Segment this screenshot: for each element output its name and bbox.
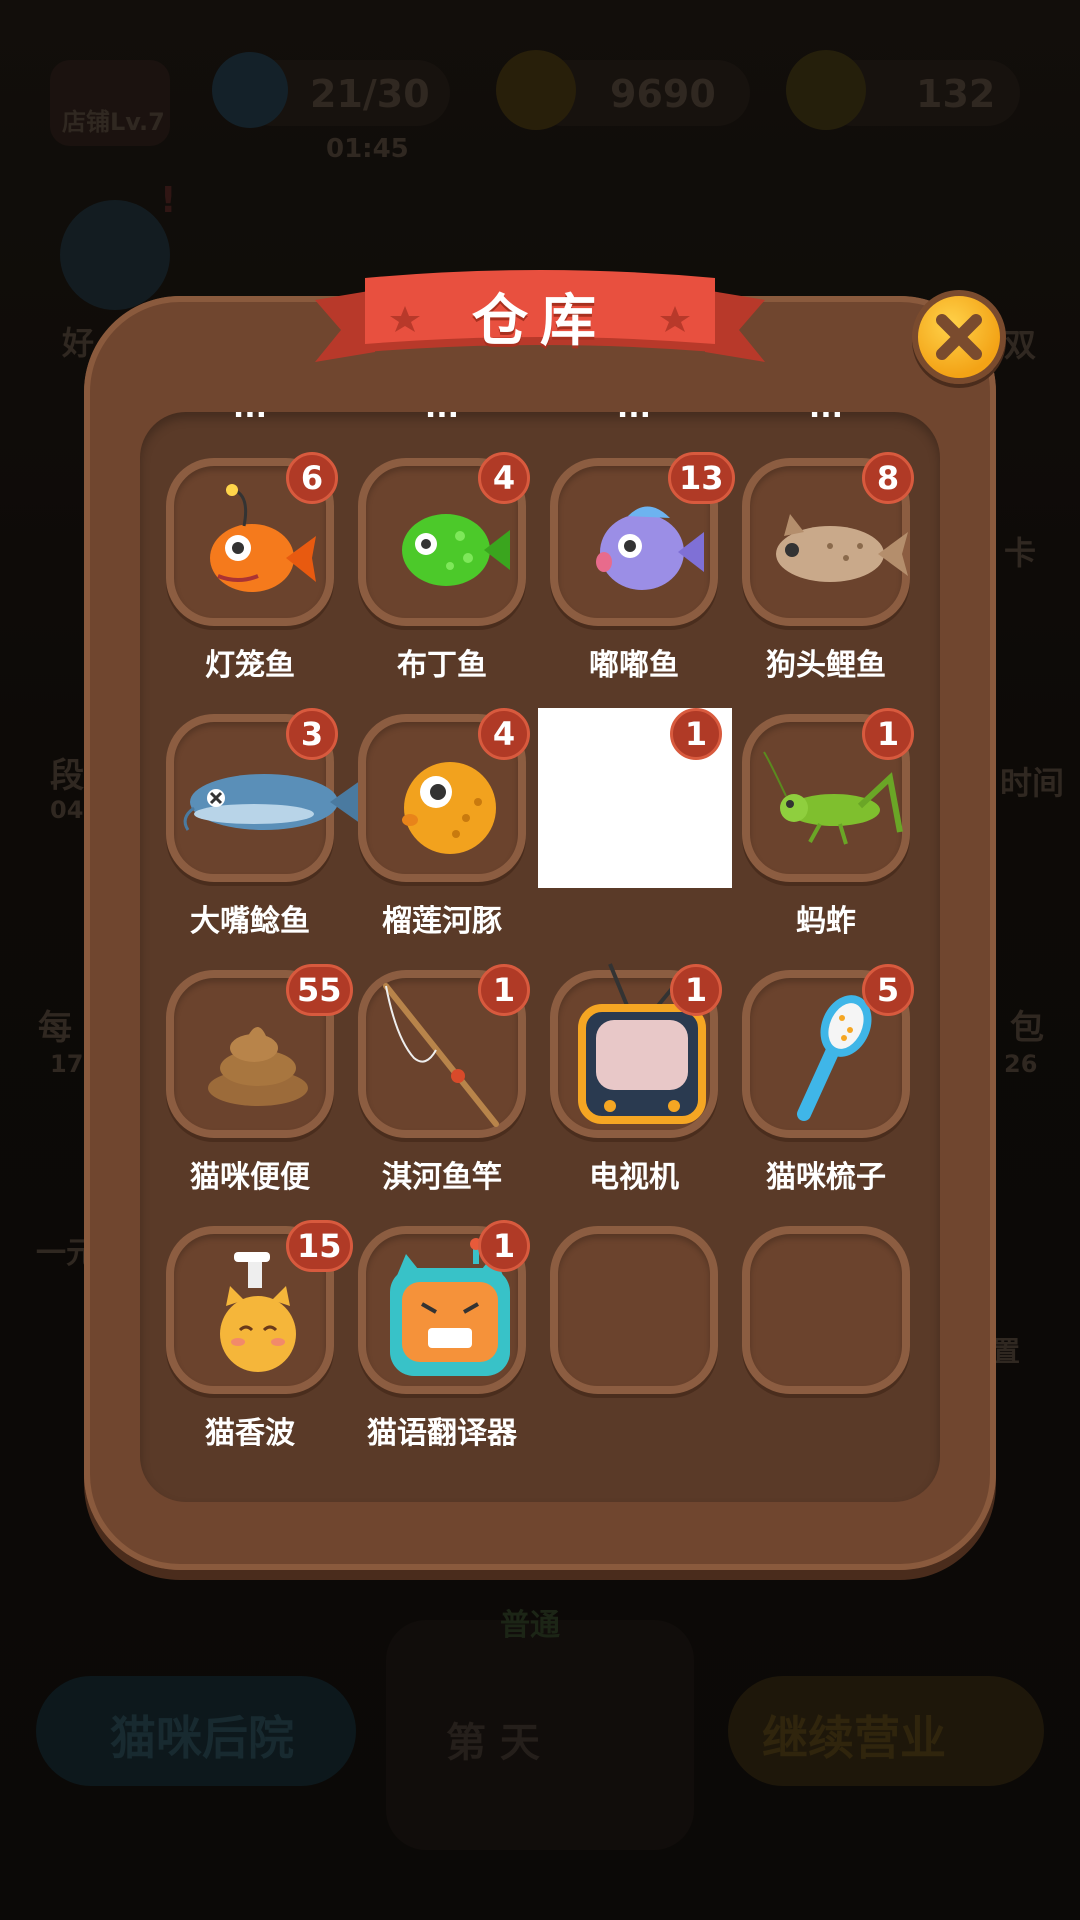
count-badge: 4: [478, 452, 530, 504]
count-badge: 15: [286, 1220, 353, 1272]
dialog-title: 仓库: [472, 289, 608, 354]
count-badge: 1: [670, 964, 722, 1016]
inventory-slot-empty[interactable]: [742, 1226, 910, 1394]
item-name: 淇河鱼竿: [382, 1160, 502, 1195]
item-name: 猫语翻译器: [367, 1416, 517, 1451]
item-name: 猫香波: [205, 1416, 295, 1451]
item-name: 榴莲河豚: [382, 904, 502, 939]
cut-label: ...: [352, 412, 532, 425]
close-icon: [936, 314, 982, 360]
count-badge: 13: [668, 452, 735, 504]
count-badge: 55: [286, 964, 353, 1016]
cut-label: ...: [544, 412, 724, 425]
count-badge: 1: [862, 708, 914, 760]
item-name: 嘟嘟鱼: [589, 648, 679, 683]
item-name: 电视机: [589, 1160, 679, 1195]
scrolled-row-labels: ... ... ... ...: [140, 412, 940, 430]
item-name: 蚂蚱: [796, 904, 856, 939]
count-badge: 5: [862, 964, 914, 1016]
cut-label: ...: [736, 412, 916, 425]
item-name: 猫咪梳子: [766, 1160, 886, 1195]
item-name: 灯笼鱼: [205, 648, 295, 683]
close-button[interactable]: [912, 290, 1006, 384]
count-badge: 1: [478, 964, 530, 1016]
item-name: 大嘴鲶鱼: [190, 904, 310, 939]
count-badge: 1: [478, 1220, 530, 1272]
cut-label: ...: [160, 412, 340, 425]
count-badge: 4: [478, 708, 530, 760]
inventory-slot-empty[interactable]: [550, 1226, 718, 1394]
item-name: 猫咪便便: [190, 1160, 310, 1195]
count-badge: 1: [670, 708, 722, 760]
count-badge: 8: [862, 452, 914, 504]
count-badge: 6: [286, 452, 338, 504]
item-name: 狗头鲤鱼: [766, 648, 886, 683]
item-name: 布丁鱼: [397, 648, 487, 683]
count-badge: 3: [286, 708, 338, 760]
